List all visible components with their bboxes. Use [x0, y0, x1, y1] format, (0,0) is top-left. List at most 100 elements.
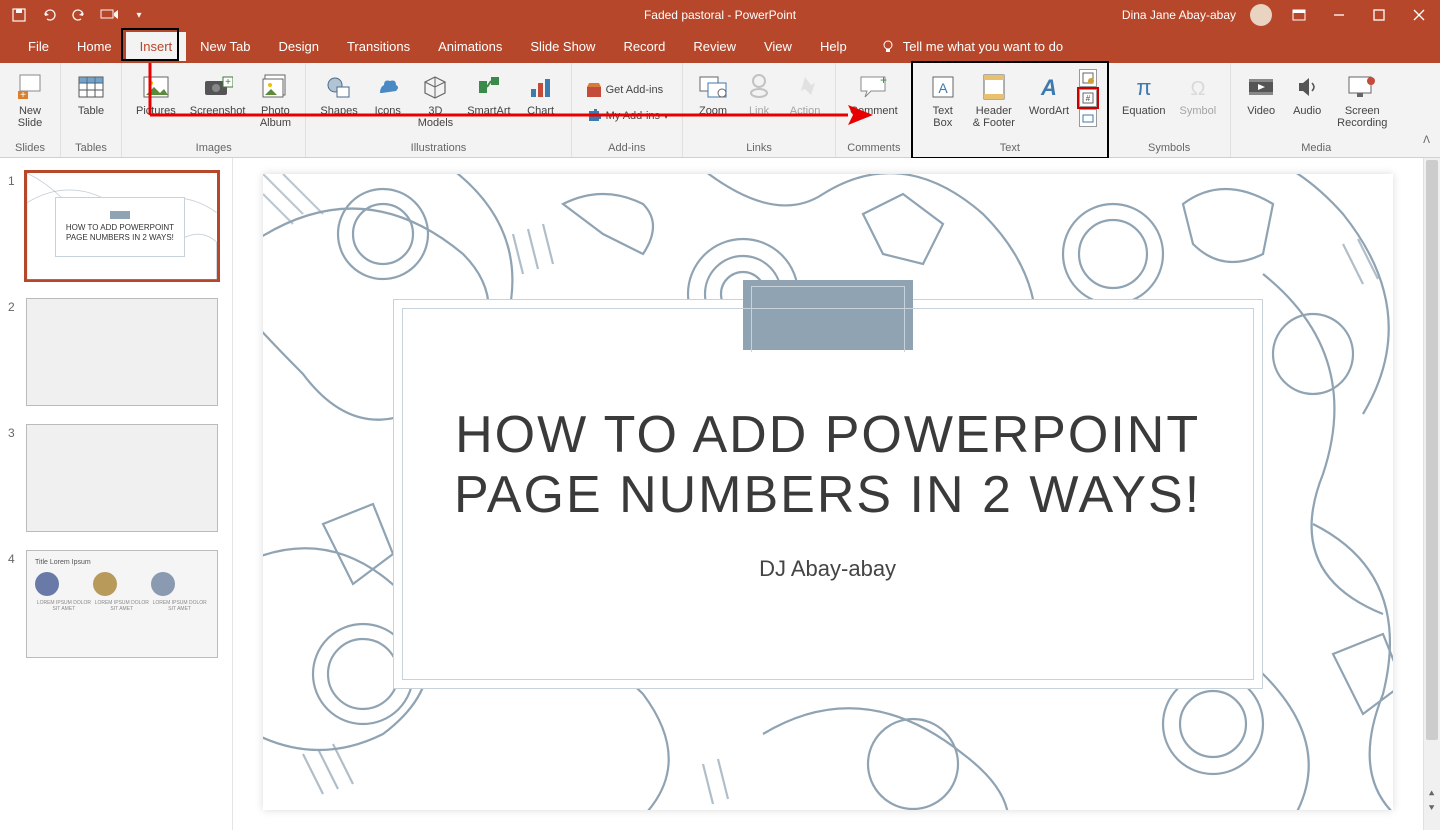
new-slide-button[interactable]: + New Slide — [8, 67, 52, 139]
ribbon-tabs: File Home Insert New Tab Design Transiti… — [0, 30, 1440, 63]
new-slide-icon: + — [14, 71, 46, 103]
screenshot-icon: + — [202, 71, 234, 103]
tell-me-search[interactable]: Tell me what you want to do — [881, 39, 1063, 54]
lightbulb-icon — [881, 40, 895, 54]
next-slide-icon[interactable]: ⯆ — [1428, 803, 1436, 814]
chart-icon — [525, 71, 557, 103]
text-small-buttons: # — [1077, 67, 1099, 139]
content-box: HOW TO ADD POWERPOINT PAGE NUMBERS IN 2 … — [393, 299, 1263, 689]
vertical-scrollbar[interactable]: ⯅ ⯆ — [1423, 158, 1440, 830]
tab-insert[interactable]: Insert — [126, 32, 187, 61]
undo-icon[interactable] — [40, 6, 58, 24]
slide-editor[interactable]: HOW TO ADD POWERPOINT PAGE NUMBERS IN 2 … — [233, 158, 1423, 830]
photo-album-icon — [259, 71, 291, 103]
svg-text:+: + — [880, 73, 887, 87]
symbol-button: ΩSymbol — [1173, 67, 1222, 139]
slide-canvas[interactable]: HOW TO ADD POWERPOINT PAGE NUMBERS IN 2 … — [263, 174, 1393, 810]
tab-file[interactable]: File — [14, 32, 63, 61]
pictures-button[interactable]: Pictures — [130, 67, 182, 139]
tab-record[interactable]: Record — [609, 32, 679, 61]
group-text: AText Box Header & Footer AWordArt # Tex… — [913, 63, 1108, 157]
link-button: Link — [737, 67, 781, 139]
header-footer-button[interactable]: Header & Footer — [967, 67, 1021, 139]
icons-button[interactable]: Icons — [366, 67, 410, 139]
slide-title[interactable]: HOW TO ADD POWERPOINT PAGE NUMBERS IN 2 … — [443, 406, 1213, 526]
redo-icon[interactable] — [70, 6, 88, 24]
collapse-ribbon-icon[interactable]: ᐱ — [1423, 135, 1430, 146]
svg-text:π: π — [1136, 75, 1151, 100]
svg-text:#: # — [1086, 94, 1091, 103]
smartart-button[interactable]: SmartArt — [461, 67, 516, 139]
ribbon: + New Slide Slides Table Tables Pictures… — [0, 63, 1440, 158]
user-name[interactable]: Dina Jane Abay-abay — [1122, 8, 1236, 22]
equation-button[interactable]: πEquation — [1116, 67, 1171, 139]
tab-view[interactable]: View — [750, 32, 806, 61]
quick-access-toolbar: ▾ — [0, 6, 148, 24]
close-button[interactable] — [1406, 2, 1432, 28]
addins-icon — [586, 108, 602, 124]
link-icon — [743, 71, 775, 103]
date-time-icon[interactable] — [1079, 69, 1097, 87]
table-icon — [75, 71, 107, 103]
audio-button[interactable]: Audio — [1285, 67, 1329, 139]
svg-text:Ω: Ω — [1190, 78, 1205, 100]
start-from-beginning-icon[interactable] — [100, 6, 118, 24]
tab-design[interactable]: Design — [265, 32, 333, 61]
photo-album-button[interactable]: Photo Album — [253, 67, 297, 139]
svg-text:A: A — [938, 80, 948, 96]
tab-newtab[interactable]: New Tab — [186, 32, 264, 61]
wordart-button[interactable]: AWordArt — [1023, 67, 1075, 139]
store-icon — [586, 82, 602, 98]
thumb-1[interactable]: 1 HOW TO ADD POWERPOINT PAGE NUMBERS IN … — [8, 172, 218, 280]
object-icon[interactable] — [1079, 109, 1097, 127]
zoom-icon — [697, 71, 729, 103]
thumb-3[interactable]: 3 — [8, 424, 218, 532]
thumb-2[interactable]: 2 — [8, 298, 218, 406]
group-illustrations: Shapes Icons 3D Models SmartArt Chart Il… — [306, 63, 571, 157]
slide-number-icon[interactable]: # — [1079, 89, 1097, 107]
video-button[interactable]: Video — [1239, 67, 1283, 139]
group-media: Video Audio Screen Recording Media — [1231, 63, 1401, 157]
group-tables: Table Tables — [61, 63, 122, 157]
equation-icon: π — [1128, 71, 1160, 103]
svg-text:A: A — [1040, 75, 1057, 100]
chart-button[interactable]: Chart — [519, 67, 563, 139]
table-button[interactable]: Table — [69, 67, 113, 139]
workspace: 1 HOW TO ADD POWERPOINT PAGE NUMBERS IN … — [0, 158, 1440, 830]
tab-slideshow[interactable]: Slide Show — [516, 32, 609, 61]
textbox-icon: A — [927, 71, 959, 103]
pictures-icon — [140, 71, 172, 103]
comment-icon: + — [858, 71, 890, 103]
prev-slide-icon[interactable]: ⯅ — [1428, 789, 1436, 800]
tab-help[interactable]: Help — [806, 32, 861, 61]
group-links: Zoom Link Action Links — [683, 63, 836, 157]
qat-dropdown-icon[interactable]: ▾ — [130, 6, 148, 24]
maximize-button[interactable] — [1366, 2, 1392, 28]
tab-transitions[interactable]: Transitions — [333, 32, 424, 61]
comment-button[interactable]: +Comment — [844, 67, 904, 139]
slide-subtitle[interactable]: DJ Abay-abay — [759, 556, 896, 582]
save-icon[interactable] — [10, 6, 28, 24]
screenshot-button[interactable]: +Screenshot — [184, 67, 252, 139]
window-title: Faded pastoral - PowerPoint — [644, 8, 796, 22]
tab-review[interactable]: Review — [679, 32, 750, 61]
zoom-button[interactable]: Zoom — [691, 67, 735, 139]
get-addins-button[interactable]: Get Add-ins — [580, 80, 674, 100]
ribbon-display-icon[interactable] — [1286, 2, 1312, 28]
slide-panel[interactable]: 1 HOW TO ADD POWERPOINT PAGE NUMBERS IN … — [0, 158, 233, 830]
screen-recording-icon — [1346, 71, 1378, 103]
tab-animations[interactable]: Animations — [424, 32, 516, 61]
shapes-button[interactable]: Shapes — [314, 67, 363, 139]
tab-home[interactable]: Home — [63, 32, 126, 61]
thumb-4[interactable]: 4 Title Lorem Ipsum LOREM IPSUM DOLOR SI… — [8, 550, 218, 658]
screen-recording-button[interactable]: Screen Recording — [1331, 67, 1393, 139]
scroll-thumb[interactable] — [1426, 160, 1438, 740]
minimize-button[interactable] — [1326, 2, 1352, 28]
header-footer-icon — [978, 71, 1010, 103]
my-addins-button[interactable]: My Add-ins ▾ — [580, 106, 674, 126]
group-addins: Get Add-ins My Add-ins ▾ Add-ins — [572, 63, 683, 157]
3d-models-button[interactable]: 3D Models — [412, 67, 459, 139]
text-box-button[interactable]: AText Box — [921, 67, 965, 139]
action-icon — [789, 71, 821, 103]
user-avatar[interactable] — [1250, 4, 1272, 26]
